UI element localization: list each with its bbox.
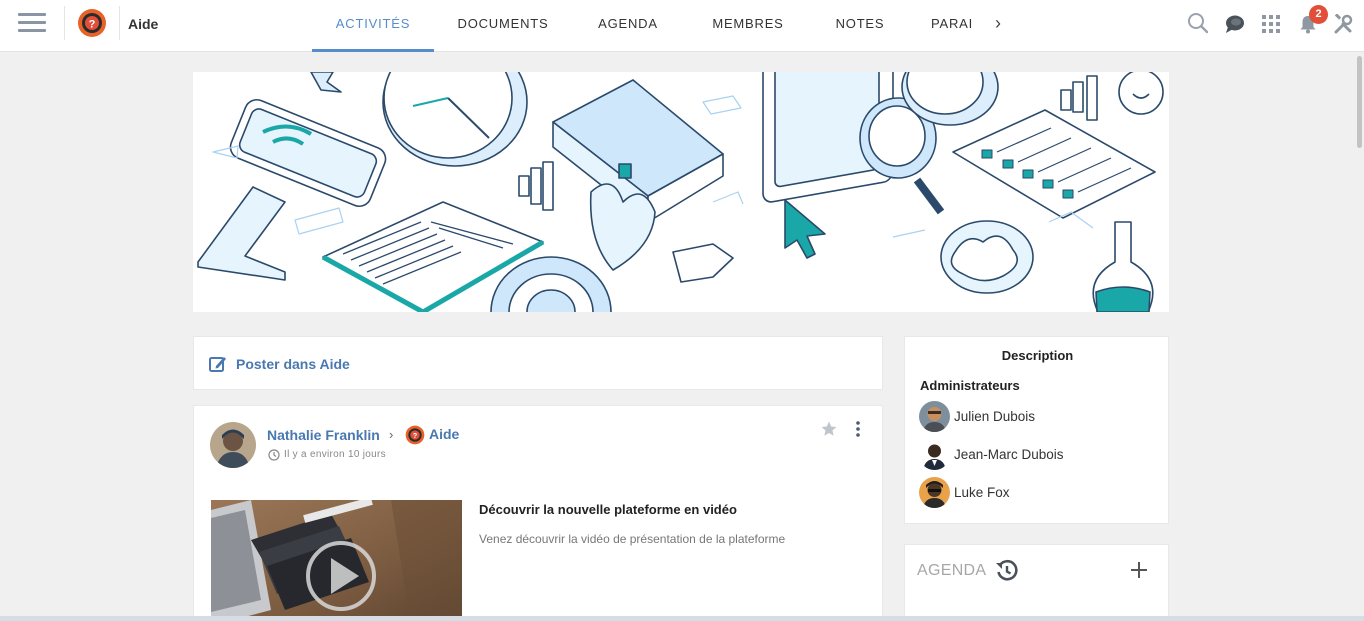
avatar bbox=[919, 439, 950, 470]
apps-icon[interactable] bbox=[1262, 15, 1280, 33]
description-title: Description bbox=[1001, 348, 1074, 363]
avatar bbox=[919, 477, 950, 508]
divider bbox=[64, 6, 65, 40]
tab-activites[interactable]: ACTIVITÉS bbox=[312, 0, 434, 52]
space-tabs: ACTIVITÉS DOCUMENTS AGENDA MEMBRES NOTES… bbox=[312, 0, 988, 52]
post-composer[interactable]: Poster dans Aide bbox=[193, 336, 883, 390]
activity-card: Nathalie Franklin › ? Aide Il y a enviro… bbox=[193, 405, 883, 621]
svg-text:?: ? bbox=[89, 19, 96, 31]
top-bar: ? Aide ACTIVITÉS DOCUMENTS AGENDA MEMBRE… bbox=[0, 0, 1364, 52]
chevron-right-icon: › bbox=[389, 427, 394, 442]
agenda-panel: AGENDA bbox=[904, 544, 1169, 621]
more-vertical-icon[interactable] bbox=[851, 420, 865, 438]
composer-label[interactable]: Poster dans Aide bbox=[236, 356, 350, 372]
page-scrollbar[interactable] bbox=[1355, 52, 1364, 621]
search-icon[interactable] bbox=[1187, 12, 1209, 34]
help-icon[interactable]: ? bbox=[77, 8, 107, 38]
tab-agenda[interactable]: AGENDA bbox=[568, 0, 688, 52]
help-icon[interactable]: ? bbox=[405, 425, 425, 445]
video-thumbnail[interactable] bbox=[211, 500, 462, 621]
tab-notes[interactable]: NOTES bbox=[810, 0, 910, 52]
chevron-right-icon[interactable]: › bbox=[995, 13, 1001, 34]
space-banner bbox=[193, 72, 1169, 312]
tools-icon[interactable] bbox=[1333, 14, 1355, 34]
activity-space-link[interactable]: Aide bbox=[429, 426, 459, 442]
star-icon[interactable] bbox=[820, 420, 838, 438]
bottom-edge bbox=[0, 616, 1364, 621]
author-name[interactable]: Nathalie Franklin bbox=[267, 427, 380, 443]
link-title[interactable]: Découvrir la nouvelle plateforme en vidé… bbox=[479, 502, 737, 517]
video-preview-image bbox=[211, 500, 462, 621]
clock-icon bbox=[268, 449, 280, 461]
admin-name[interactable]: Jean-Marc Dubois bbox=[954, 447, 1064, 462]
tab-parametres[interactable]: PARAI bbox=[931, 0, 988, 52]
admin-name[interactable]: Julien Dubois bbox=[954, 409, 1035, 424]
svg-text:?: ? bbox=[413, 431, 418, 440]
plus-icon[interactable] bbox=[1130, 561, 1148, 579]
tab-documents[interactable]: DOCUMENTS bbox=[438, 0, 568, 52]
banner-illustration bbox=[193, 72, 1169, 312]
avatar[interactable] bbox=[210, 422, 256, 468]
avatar bbox=[919, 401, 950, 432]
space-title[interactable]: Aide bbox=[128, 16, 158, 32]
history-icon[interactable] bbox=[995, 559, 1019, 583]
activity-timestamp[interactable]: Il y a environ 10 jours bbox=[284, 449, 386, 460]
notification-badge[interactable]: 2 bbox=[1309, 5, 1328, 24]
description-panel: Description Administrateurs Julien Duboi… bbox=[904, 336, 1169, 524]
admin-name[interactable]: Luke Fox bbox=[954, 485, 1010, 500]
admins-heading: Administrateurs bbox=[920, 378, 1020, 393]
agenda-title[interactable]: AGENDA bbox=[917, 562, 986, 580]
link-description: Venez découvrir la vidéo de présentation… bbox=[479, 532, 786, 546]
chat-icon[interactable] bbox=[1224, 14, 1246, 34]
divider bbox=[119, 6, 120, 40]
tab-membres[interactable]: MEMBRES bbox=[688, 0, 808, 52]
scrollbar-thumb[interactable] bbox=[1357, 56, 1362, 148]
edit-icon bbox=[209, 357, 226, 372]
menu-icon[interactable] bbox=[18, 13, 46, 39]
